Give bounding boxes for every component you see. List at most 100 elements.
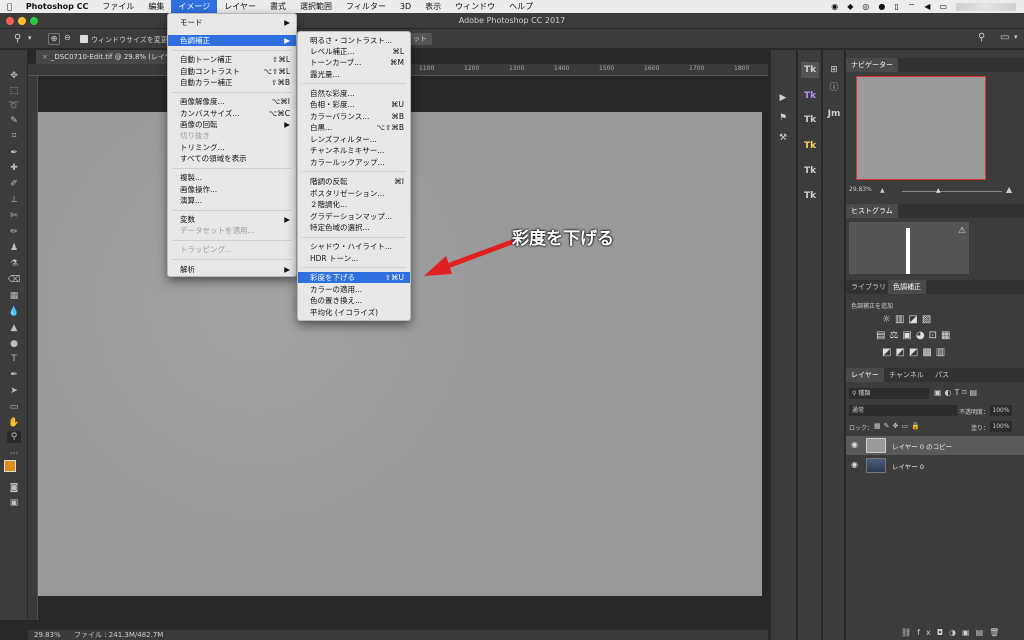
apple-icon[interactable]:  — [0, 0, 19, 13]
gradient-tool-icon[interactable]: ▦ — [7, 290, 21, 302]
menu-item-auto-contrast[interactable]: 自動コントラスト ⌥⇧⌘L — [168, 66, 296, 77]
menu-item-calculations[interactable]: 演算... — [168, 195, 296, 206]
battery-icon[interactable]: ▭ — [939, 2, 947, 11]
tab-library[interactable]: ライブラリ — [846, 280, 891, 294]
eraser-tool-icon[interactable]: ⌫ — [7, 274, 21, 286]
volume-icon[interactable]: ◀ — [924, 2, 930, 11]
submenu-photo-filter[interactable]: レンズフィルター... — [298, 134, 410, 145]
search-icon[interactable]: ⚲ — [978, 32, 985, 43]
document-tab[interactable]: × _DSC0710-Edit.tif @ 29.8% (レイヤー — [36, 50, 186, 64]
menu-item-auto-tone[interactable]: 自動トーン補正 ⇧⌘L — [168, 54, 296, 65]
jm-panel-icon[interactable]: Jm — [825, 106, 843, 122]
tk-panel-4-icon[interactable]: Tk — [801, 138, 819, 154]
submenu-replace-color[interactable]: 色の置き換え... — [298, 295, 410, 306]
hand-tool-icon[interactable]: ✋ — [7, 417, 21, 429]
visibility-eye-icon[interactable]: ◉ — [851, 460, 858, 469]
tk-panel-1-icon[interactable]: Tk — [801, 62, 819, 78]
tk-panel-2-icon[interactable]: Tk — [801, 88, 819, 104]
submenu-levels[interactable]: レベル補正... ⌘L — [298, 46, 410, 57]
layer-row[interactable]: ◉ レイヤー 0 のコピー — [846, 436, 1024, 455]
submenu-invert[interactable]: 階調の反転 ⌘I — [298, 176, 410, 187]
navigator-slider-thumb[interactable]: ▲ — [936, 187, 941, 194]
fill-input[interactable]: 100% — [990, 421, 1012, 432]
pen-tool-icon[interactable]: ✒ — [7, 369, 21, 381]
status-icon[interactable]: ◎ — [862, 2, 869, 11]
stamp-tool-icon[interactable]: ⊥ — [7, 194, 21, 206]
stamp-2-tool-icon[interactable]: ♟ — [7, 242, 21, 254]
navigator-zoom[interactable]: 29.83% — [849, 186, 872, 193]
layer-filter-select[interactable]: ⚲ 種類 — [849, 388, 929, 399]
pencil-tool-icon[interactable]: ✏ — [7, 226, 21, 238]
close-tab-icon[interactable]: × — [42, 53, 48, 61]
crop-tool-icon[interactable]: ⌗ — [7, 130, 21, 142]
tab-layers[interactable]: レイヤー — [846, 368, 884, 382]
tk-panel-6-icon[interactable]: Tk — [801, 188, 819, 204]
lock-icons[interactable]: ▦✎✥▭🔒 — [874, 422, 923, 430]
menu-select[interactable]: 選択範囲 — [293, 0, 339, 13]
submenu-desaturate[interactable]: 彩度を下げる ⇧⌘U — [298, 272, 410, 283]
layer-name[interactable]: レイヤー 0 のコピー — [892, 441, 952, 451]
zoom-tool-icon[interactable]: ⚲ — [7, 431, 21, 443]
healing-tool-icon[interactable]: ✚ — [7, 162, 21, 174]
menu-file[interactable]: ファイル — [95, 0, 141, 13]
mixer-brush-tool-icon[interactable]: ⚗ — [7, 258, 21, 270]
type-tool-icon[interactable]: T — [7, 353, 21, 365]
adjustment-icons-row-3[interactable]: ◩◩◩▩▥ — [882, 347, 949, 358]
menu-item-trim[interactable]: トリミング... — [168, 142, 296, 153]
chevron-down-icon[interactable]: ▾ — [28, 34, 32, 42]
submenu-hue-saturation[interactable]: 色相・彩度... ⌘U — [298, 99, 410, 110]
lasso-tool-icon[interactable]: ➰ — [7, 100, 21, 112]
fit-screen-button[interactable]: ット — [408, 33, 432, 45]
blend-mode-select[interactable]: 通常 — [849, 405, 957, 416]
menu-image[interactable]: イメージ — [171, 0, 218, 13]
submenu-curves[interactable]: トーンカーブ... ⌘M — [298, 57, 410, 68]
menu-item-canvas-size[interactable]: カンバスサイズ... ⌥⌘C — [168, 108, 296, 119]
history-brush-tool-icon[interactable]: ✄ — [7, 210, 21, 222]
menu-item-duplicate[interactable]: 複製... — [168, 172, 296, 183]
menu-window[interactable]: ウィンドウ — [448, 0, 502, 13]
submenu-color-lookup[interactable]: カラールックアップ... — [298, 157, 410, 168]
wifi-icon[interactable]: ⌔ — [908, 2, 916, 12]
info-icon[interactable]: ⓘ — [825, 80, 843, 96]
submenu-selective-color[interactable]: 特定色域の選択... — [298, 222, 410, 233]
menu-type[interactable]: 書式 — [263, 0, 293, 13]
submenu-brightness-contrast[interactable]: 明るさ・コントラスト... — [298, 35, 410, 46]
zoom-in-icon[interactable]: ⊕ — [48, 33, 60, 45]
menu-filter[interactable]: フィルター — [339, 0, 393, 13]
layer-footer-icons[interactable]: ⛓fx◘◑▣▤🗑 — [901, 628, 1005, 637]
quick-mask-icon[interactable]: ◙ — [7, 482, 21, 494]
menu-item-auto-color[interactable]: 自動カラー補正 ⇧⌘B — [168, 77, 296, 88]
tk-panel-3-icon[interactable]: Tk — [801, 112, 819, 128]
eyedropper-tool-icon[interactable]: ✒ — [7, 147, 21, 159]
play-icon[interactable]: ▶ — [774, 90, 792, 106]
opacity-input[interactable]: 100% — [990, 405, 1012, 416]
submenu-hdr-toning[interactable]: HDR トーン... — [298, 253, 410, 264]
tab-histogram[interactable]: ヒストグラム — [846, 204, 898, 218]
visibility-eye-icon[interactable]: ◉ — [851, 440, 858, 449]
adjustment-icons-row-1[interactable]: ☼▥◪▨ — [882, 314, 935, 325]
layer-row[interactable]: ◉ レイヤー 0 — [846, 456, 1024, 475]
submenu-shadows-highlights[interactable]: シャドウ・ハイライト... — [298, 241, 410, 252]
menu-3d[interactable]: 3D — [393, 0, 418, 13]
layer-comps-icon[interactable]: ⊞ — [825, 62, 843, 78]
app-menu[interactable]: Photoshop CC — [19, 0, 96, 13]
resize-window-checkbox[interactable] — [80, 35, 88, 43]
menu-edit[interactable]: 編集 — [141, 0, 171, 13]
menu-layer[interactable]: レイヤー — [217, 0, 263, 13]
layer-filter-icons[interactable]: ▣◐T⌑▤ — [934, 388, 980, 397]
move-tool-icon[interactable]: ✥ — [7, 70, 21, 82]
zoom-window-button[interactable] — [30, 17, 38, 25]
quick-select-tool-icon[interactable]: ✎ — [7, 115, 21, 127]
workspace-icon[interactable]: ▭ — [1000, 32, 1009, 43]
submenu-gradient-map[interactable]: グラデーションマップ... — [298, 211, 410, 222]
menu-item-adjustments[interactable]: 色調補正 ▶ — [168, 35, 296, 46]
warning-icon[interactable]: ⚠ — [958, 226, 966, 236]
menu-view[interactable]: 表示 — [418, 0, 448, 13]
tab-channels[interactable]: チャンネル — [884, 368, 929, 382]
record-icon[interactable]: ● — [878, 2, 885, 11]
rectangle-tool-icon[interactable]: ▭ — [7, 401, 21, 413]
screen-mode-icon[interactable]: ▣ — [7, 497, 21, 509]
submenu-channel-mixer[interactable]: チャンネルミキサー... — [298, 145, 410, 156]
close-window-button[interactable] — [6, 17, 14, 25]
submenu-match-color[interactable]: カラーの適用... — [298, 284, 410, 295]
